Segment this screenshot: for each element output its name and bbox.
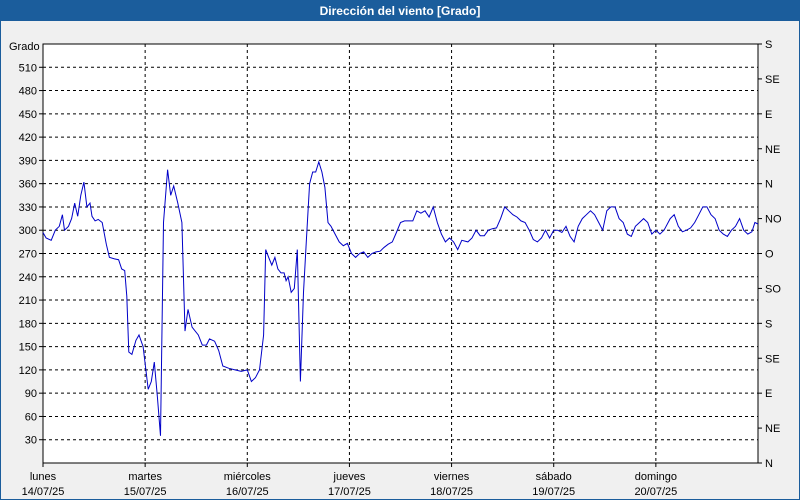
right-axis-label: E <box>765 109 772 121</box>
y-tick-label: 420 <box>19 132 37 144</box>
y-tick-label: 60 <box>25 411 37 423</box>
x-day-label: sábado <box>536 471 572 483</box>
y-tick-label: 210 <box>19 295 37 307</box>
right-axis-label: SE <box>765 353 780 365</box>
right-axis-label: NE <box>765 423 780 435</box>
y-tick-label: 120 <box>19 365 37 377</box>
x-day-label: martes <box>128 471 162 483</box>
y-tick-label: 30 <box>25 435 37 447</box>
x-day-label: jueves <box>333 471 366 483</box>
wind-direction-chart: 30 60 90 120 150 180 210 240 270 300 330 360 390 420 4… <box>9 39 782 498</box>
x-date-label: 16/07/25 <box>226 486 269 498</box>
x-date-label: 17/07/25 <box>328 486 371 498</box>
y-tick-label: 330 <box>19 202 37 214</box>
x-date-label: 19/07/25 <box>532 486 575 498</box>
right-axis-label: S <box>765 318 772 330</box>
y-tick-label: 480 <box>19 86 37 98</box>
right-axis-label: SO <box>765 283 781 295</box>
y-tick-label: 450 <box>19 109 37 121</box>
y-tick-label: 360 <box>19 179 37 191</box>
y-tick-label: 240 <box>19 272 37 284</box>
x-date-label: 14/07/25 <box>22 486 65 498</box>
y-tick-label: 270 <box>19 249 37 261</box>
right-axis-label: NE <box>765 144 780 156</box>
right-axis-label: E <box>765 388 772 400</box>
right-axis-label: N <box>765 458 773 470</box>
y-axis-label: Grado <box>9 41 40 53</box>
y-tick-label: 90 <box>25 388 37 400</box>
y-tick-label: 150 <box>19 342 37 354</box>
y-tick-label: 300 <box>19 225 37 237</box>
y-tick-label: 510 <box>19 62 37 74</box>
chart-title: Dirección del viento [Grado] <box>1 1 799 21</box>
x-day-label: miércoles <box>224 471 272 483</box>
right-axis-label: O <box>765 249 774 261</box>
right-axis-label: N <box>765 179 773 191</box>
right-axis-label: S <box>765 39 772 51</box>
x-day-label: domingo <box>635 471 677 483</box>
x-day-label: lunes <box>30 471 57 483</box>
x-day-label: viernes <box>434 471 470 483</box>
right-axis-label: SE <box>765 74 780 86</box>
x-date-label: 18/07/25 <box>430 486 473 498</box>
chart-window: Dirección del viento [Grado] 30 60 90 120 15… <box>0 0 800 500</box>
x-date-label: 15/07/25 <box>124 486 167 498</box>
right-axis-label: NO <box>765 214 782 226</box>
x-date-label: 20/07/25 <box>634 486 677 498</box>
y-tick-label: 390 <box>19 155 37 167</box>
y-tick-label: 180 <box>19 318 37 330</box>
